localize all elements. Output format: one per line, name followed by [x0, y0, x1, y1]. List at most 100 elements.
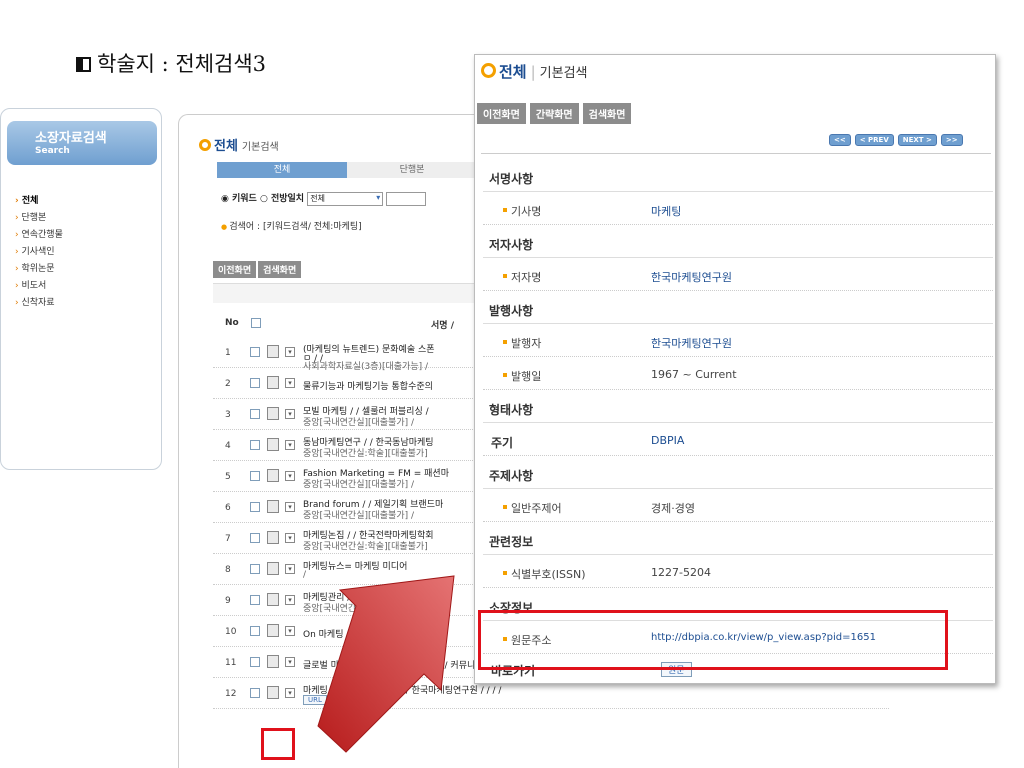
- pager: << < PREV NEXT > >>: [829, 134, 963, 146]
- section-publication: 발행사항: [483, 291, 993, 324]
- dropdown-icon[interactable]: ▾: [285, 347, 295, 357]
- search-screen-button[interactable]: 검색화면: [258, 261, 302, 278]
- tab-books[interactable]: 단행본: [347, 162, 477, 178]
- slide: 학술지 : 전체검색3 소장자료검색 Search 전체 단행본 연속간행물 기…: [0, 0, 1024, 768]
- book-icon: [267, 376, 279, 389]
- detail-row: 발행일 1967 ~ Current: [483, 357, 993, 390]
- row-location: 중앙[국내연간실][대출불가] /: [303, 511, 415, 521]
- sidebar-item-thesis[interactable]: 학위논문: [15, 261, 161, 278]
- row-checkbox[interactable]: [250, 626, 260, 636]
- radio-exact[interactable]: ○ 전방일치: [260, 194, 304, 204]
- row-title[interactable]: 마케팅 / 한국마케팅연구원 / 한국마케팅연구원 / / / /: [303, 683, 501, 696]
- row-checkbox[interactable]: [250, 688, 260, 698]
- dropdown-icon[interactable]: ▾: [285, 657, 295, 667]
- select-all-checkbox[interactable]: [251, 318, 261, 328]
- row-location: /: [303, 570, 307, 580]
- row-checkbox[interactable]: [250, 502, 260, 512]
- row-number: 3: [225, 410, 231, 420]
- bg-button-group: 이전화면 검색화면: [213, 261, 302, 278]
- sidebar-item-all[interactable]: 전체: [15, 193, 161, 210]
- row-title[interactable]: 마케팅뉴스= 마케팅 미디어: [303, 559, 407, 572]
- divider: [481, 153, 991, 154]
- dropdown-icon[interactable]: ▾: [285, 378, 295, 388]
- row-location: 중앙[국내연간실:학술][대출불가]: [303, 449, 428, 459]
- row-checkbox[interactable]: [250, 533, 260, 543]
- section-related: 관련정보: [483, 522, 993, 555]
- row-location: 중앙[국내연간실:학술][대출불가]: [303, 604, 428, 614]
- circle-icon: [481, 63, 496, 78]
- row-title[interactable]: On 마케팅 / 김영한 / 거름: [303, 627, 402, 640]
- popup-title: 전체 | 기본검색: [481, 61, 588, 82]
- section-form: 형태사항: [483, 390, 993, 423]
- sidebar-title: 소장자료검색: [35, 131, 107, 146]
- dropdown-icon[interactable]: ▾: [285, 688, 295, 698]
- row-number: 5: [225, 472, 231, 482]
- row-location: 중앙[국내연간실:학술][대출불가]: [303, 542, 428, 552]
- dropdown-icon[interactable]: ▾: [285, 409, 295, 419]
- sidebar-item-serials[interactable]: 연속간행물: [15, 227, 161, 244]
- row-number: 4: [225, 441, 231, 451]
- dropdown-icon[interactable]: ▾: [285, 440, 295, 450]
- sidebar-item-nonbook[interactable]: 비도서: [15, 278, 161, 295]
- dropdown-icon[interactable]: ▾: [285, 533, 295, 543]
- sidebar-subtitle: Search: [35, 146, 70, 156]
- row-checkbox[interactable]: [250, 471, 260, 481]
- slide-title: 학술지 : 전체검색3: [76, 48, 266, 78]
- prev-screen-button[interactable]: 이전화면: [213, 261, 257, 278]
- row-checkbox[interactable]: [250, 409, 260, 419]
- next-page-button[interactable]: NEXT >: [897, 134, 937, 146]
- first-page-button[interactable]: <<: [829, 134, 851, 146]
- book-icon: [267, 686, 279, 699]
- prev-page-button[interactable]: < PREV: [854, 134, 894, 146]
- row-checkbox[interactable]: [250, 657, 260, 667]
- tab-all[interactable]: 전체: [217, 162, 347, 178]
- row-title[interactable]: 물류기능과 마케팅기능 통합수준의: [303, 379, 433, 392]
- book-icon: [267, 438, 279, 451]
- dropdown-icon[interactable]: ▾: [285, 595, 295, 605]
- sidebar-item-new[interactable]: 신착자료: [15, 295, 161, 312]
- highlight-box-large: [478, 610, 948, 670]
- row-number: 9: [225, 596, 231, 606]
- search-info: 검색어 : [키워드검색/ 전체:마케팅]: [221, 219, 361, 232]
- dropdown-icon[interactable]: ▾: [285, 564, 295, 574]
- last-page-button[interactable]: >>: [940, 134, 963, 146]
- col-no: No: [225, 318, 239, 328]
- row-checkbox[interactable]: [250, 595, 260, 605]
- dropdown-icon[interactable]: ▾: [285, 626, 295, 636]
- detail-row: 발행자 한국마케팅연구원: [483, 324, 993, 357]
- row-checkbox[interactable]: [250, 378, 260, 388]
- tab-bar: 전체 단행본: [217, 162, 477, 178]
- search-input[interactable]: [386, 191, 427, 206]
- detail-row: 주기 DBPIA: [483, 423, 993, 456]
- brief-screen-button[interactable]: 간략화면: [529, 103, 579, 124]
- book-icon: [267, 655, 279, 668]
- row-number: 2: [225, 379, 231, 389]
- detail-row: 저자명 한국마케팅연구원: [483, 258, 993, 291]
- detail-row: 기사명 마케팅: [483, 192, 993, 225]
- sidebar-header: 소장자료검색 Search: [7, 121, 157, 165]
- dropdown-icon[interactable]: ▾: [285, 471, 295, 481]
- row-number: 8: [225, 565, 231, 575]
- highlight-box-small: [261, 728, 295, 760]
- sidebar-item-books[interactable]: 단행본: [15, 210, 161, 227]
- row-number: 12: [225, 689, 237, 699]
- search-screen-button[interactable]: 검색화면: [582, 103, 632, 124]
- book-icon: [267, 624, 279, 637]
- row-number: 1: [225, 348, 231, 358]
- row-checkbox[interactable]: [250, 347, 260, 357]
- book-icon: [267, 593, 279, 606]
- book-icon: [267, 345, 279, 358]
- prev-screen-button[interactable]: 이전화면: [477, 103, 526, 124]
- book-icon: [267, 531, 279, 544]
- row-number: 11: [225, 658, 237, 668]
- url-button[interactable]: URL: [303, 695, 327, 705]
- field-select[interactable]: 전체: [307, 191, 384, 206]
- radio-keyword[interactable]: ◉ 키워드: [221, 194, 257, 204]
- dropdown-icon[interactable]: ▾: [285, 502, 295, 512]
- row-number: 6: [225, 503, 231, 513]
- book-icon: [267, 469, 279, 482]
- row-checkbox[interactable]: [250, 564, 260, 574]
- sidebar-item-article-index[interactable]: 기사색인: [15, 244, 161, 261]
- detail-popup: 전체 | 기본검색 이전화면 간략화면 검색화면 << < PREV NEXT > …: [474, 54, 996, 684]
- row-checkbox[interactable]: [250, 440, 260, 450]
